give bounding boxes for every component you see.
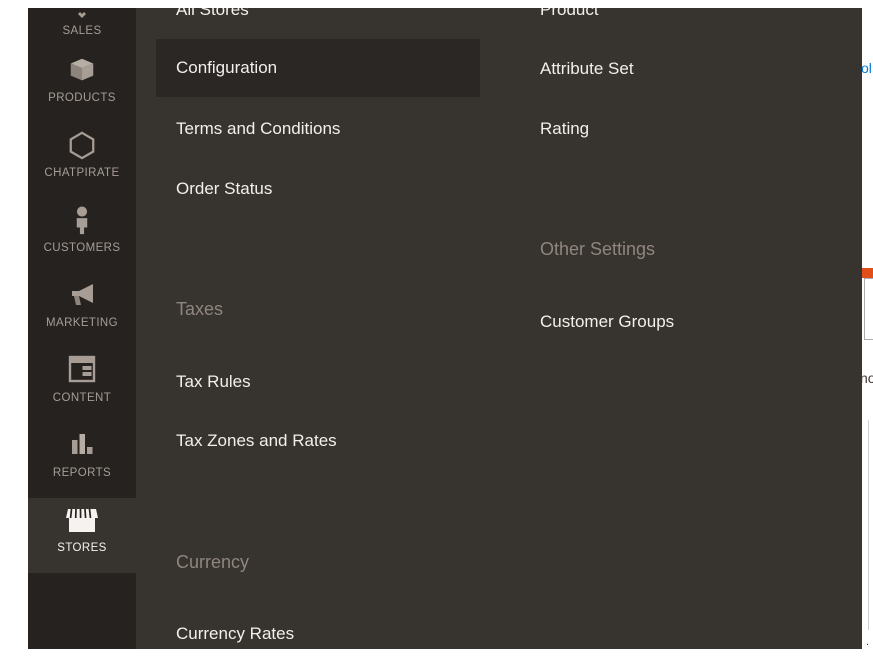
screen-root: ol no . SALES P <box>0 0 873 657</box>
sidebar-item-customers[interactable]: CUSTOMERS <box>28 198 136 273</box>
menu-row-configuration[interactable]: Configuration <box>156 39 480 97</box>
background-text-fragment-3: . <box>866 636 869 648</box>
menu-link-customer-groups[interactable]: Customer Groups <box>520 310 844 334</box>
background-accent-chip <box>862 268 873 278</box>
sidebar-item-label: CUSTOMERS <box>28 242 136 255</box>
menu-row-attribute-set[interactable]: Attribute Set <box>520 57 844 81</box>
menu-link-order-status[interactable]: Order Status <box>156 177 480 201</box>
megaphone-icon <box>28 280 136 314</box>
sidebar-item-label: MARKETING <box>28 317 136 330</box>
box-icon <box>28 55 136 89</box>
menu-group-title-taxes: Taxes <box>156 298 480 320</box>
menu-row-tax-zones-and-rates[interactable]: Tax Zones and Rates <box>156 429 480 453</box>
sidebar-item-chatpirate[interactable]: CHATPIRATE <box>28 123 136 198</box>
sidebar-item-products[interactable]: PRODUCTS <box>28 48 136 123</box>
sidebar-item-sales[interactable]: SALES <box>28 8 136 46</box>
menu-link-all-stores[interactable]: All Stores <box>156 8 480 22</box>
menu-link-rating[interactable]: Rating <box>520 117 844 141</box>
background-text-fragment-1: ol <box>861 60 872 76</box>
menu-link-tax-rules[interactable]: Tax Rules <box>156 370 480 394</box>
sidebar-item-label: REPORTS <box>28 467 136 480</box>
menu-row-currency-rates[interactable]: Currency Rates <box>156 622 480 646</box>
menu-row-tax-rules[interactable]: Tax Rules <box>156 370 480 394</box>
bar-chart-icon <box>28 430 136 464</box>
menu-row-order-status[interactable]: Order Status <box>156 177 480 201</box>
menu-row-rating[interactable]: Rating <box>520 117 844 141</box>
menu-group-label: Other Settings <box>520 238 844 260</box>
sidebar-item-label: SALES <box>28 25 136 38</box>
menu-link-currency-rates[interactable]: Currency Rates <box>156 622 480 646</box>
hexagon-icon <box>28 130 136 164</box>
menu-link-configuration[interactable]: Configuration <box>156 39 480 97</box>
menu-row-all-stores[interactable]: All Stores <box>156 8 480 22</box>
background-divider <box>868 420 869 630</box>
menu-row-product[interactable]: Product <box>520 8 844 22</box>
menu-group-label: Currency <box>156 551 480 573</box>
background-panel-box <box>864 278 873 340</box>
person-icon <box>28 205 136 239</box>
menu-link-terms-and-conditions[interactable]: Terms and Conditions <box>156 117 480 141</box>
sidebar-item-label: CONTENT <box>28 392 136 405</box>
menu-link-tax-zones-and-rates[interactable]: Tax Zones and Rates <box>156 429 480 453</box>
menu-group-title-currency: Currency <box>156 551 480 573</box>
sidebar-item-label: PRODUCTS <box>28 92 136 105</box>
sidebar-item-stores[interactable]: STORES <box>28 498 136 573</box>
menu-group-title-other-settings: Other Settings <box>520 238 844 260</box>
menu-group-label: Taxes <box>156 298 480 320</box>
menu-row-terms-and-conditions[interactable]: Terms and Conditions <box>156 117 480 141</box>
menu-link-attribute-set[interactable]: Attribute Set <box>520 57 844 81</box>
menu-link-product[interactable]: Product <box>520 8 844 22</box>
layout-icon <box>28 355 136 389</box>
sidebar-item-reports[interactable]: REPORTS <box>28 423 136 498</box>
storefront-icon <box>28 505 136 539</box>
sidebar-item-label: CHATPIRATE <box>28 167 136 180</box>
stores-flyout-menu: All Stores Configuration Terms and Condi… <box>136 8 862 649</box>
tag-icon <box>28 8 136 22</box>
sidebar-item-content[interactable]: CONTENT <box>28 348 136 423</box>
menu-row-customer-groups[interactable]: Customer Groups <box>520 310 844 334</box>
sidebar-item-label: STORES <box>28 542 136 555</box>
sidebar-item-marketing[interactable]: MARKETING <box>28 273 136 348</box>
admin-sidebar: SALES PRODUCTS CHATPIRATE <box>28 8 136 649</box>
